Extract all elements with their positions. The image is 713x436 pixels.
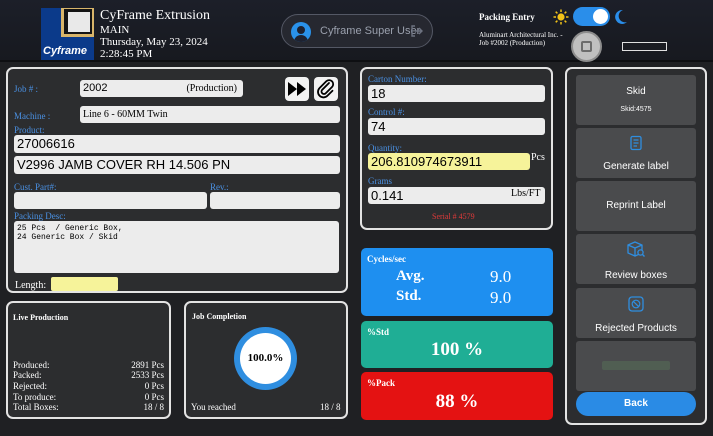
plant-name: MAIN bbox=[100, 24, 130, 36]
review-boxes-text: Review boxes bbox=[604, 270, 668, 281]
user-avatar-icon bbox=[291, 22, 311, 42]
skid-id: Skid:4575 bbox=[620, 106, 652, 113]
fast-forward-button[interactable] bbox=[285, 77, 309, 101]
reached-value: 18 / 8 bbox=[320, 402, 341, 412]
disabled-action-placeholder bbox=[602, 361, 670, 370]
scanner-icon[interactable] bbox=[571, 31, 602, 62]
fast-forward-icon bbox=[288, 82, 306, 96]
status-indicator bbox=[622, 42, 667, 51]
completion-ring: 100.0% bbox=[234, 327, 297, 390]
box-search-icon bbox=[627, 241, 645, 257]
carton-label: Carton Number: bbox=[368, 74, 427, 84]
job-number-field[interactable]: 2002 (Production) bbox=[80, 80, 243, 97]
user-menu[interactable]: Cyframe Super User bbox=[281, 14, 433, 48]
moon-icon bbox=[615, 9, 627, 24]
stat-row-rejected: Rejected: 0 Pcs bbox=[13, 381, 164, 391]
logout-icon[interactable] bbox=[410, 24, 424, 38]
avg-label: Avg. bbox=[396, 268, 425, 284]
stat-row-packed: Packed: 2533 Pcs bbox=[13, 370, 164, 380]
current-date: Thursday, May 23, 2024 bbox=[100, 36, 208, 48]
stat-row-produced: Produced: 2891 Pcs bbox=[13, 360, 164, 370]
generate-label-button[interactable]: Generate label bbox=[576, 128, 696, 178]
job-info: Aluminart Architectural Inc. - Job #2002… bbox=[479, 31, 563, 47]
cycles-box: Cycles/sec Avg. 9.0 Std. 9.0 bbox=[361, 248, 553, 316]
product-desc-field[interactable]: V2996 JAMB COVER RH 14.506 PN bbox=[14, 156, 340, 174]
job-completion-title: Job Completion bbox=[192, 312, 247, 321]
control-label: Control #: bbox=[368, 107, 405, 117]
rev-label: Rev.: bbox=[210, 182, 229, 192]
reached-label: You reached bbox=[191, 402, 236, 412]
grams-unit: Lbs/FT bbox=[511, 188, 541, 199]
company-name: CyFrame Extrusion bbox=[100, 8, 211, 23]
pct-std-title: %Std bbox=[367, 327, 390, 337]
back-button[interactable]: Back bbox=[576, 392, 696, 416]
company-logo: Cyframe bbox=[41, 8, 94, 60]
app-header: Cyframe CyFrame Extrusion MAIN Thursday,… bbox=[0, 0, 713, 62]
skid-label: Skid bbox=[626, 86, 646, 97]
user-name: Cyframe Super User bbox=[320, 25, 421, 37]
cust-part-label: Cust. Part#: bbox=[14, 182, 57, 192]
stat-row-total-boxes: Total Boxes: 18 / 8 bbox=[13, 402, 164, 412]
avg-value: 9.0 bbox=[490, 267, 512, 286]
theme-toggle[interactable] bbox=[573, 7, 610, 26]
pct-pack-box: %Pack 88 % bbox=[361, 372, 553, 420]
box-reject-icon bbox=[628, 296, 644, 312]
reprint-label-button[interactable]: Reprint Label bbox=[576, 181, 696, 231]
machine-label: Machine : bbox=[14, 111, 51, 121]
completion-percent: 100.0% bbox=[240, 333, 291, 384]
job-type: (Production) bbox=[186, 83, 237, 94]
job-number: 2002 bbox=[83, 82, 108, 94]
carton-field[interactable]: 18 bbox=[368, 85, 545, 102]
cycles-title: Cycles/sec bbox=[367, 254, 406, 264]
reprint-label-text: Reprint Label bbox=[606, 200, 666, 211]
sun-icon bbox=[553, 9, 569, 25]
control-field[interactable]: 74 bbox=[368, 118, 545, 135]
pct-std-box: %Std 100 % bbox=[361, 321, 553, 368]
job-label: Job # : bbox=[14, 84, 39, 94]
length-label: Length: bbox=[15, 280, 47, 291]
length-field[interactable] bbox=[51, 277, 118, 291]
quantity-label: Quantity: bbox=[368, 143, 402, 153]
paperclip-icon bbox=[317, 79, 335, 99]
pct-pack-value: 88 % bbox=[435, 391, 479, 412]
mode-title: Packing Entry bbox=[479, 12, 535, 22]
generate-label-text: Generate label bbox=[603, 161, 669, 172]
product-label: Product: bbox=[14, 125, 45, 135]
grams-label: Grams bbox=[368, 176, 392, 186]
live-production-title: Live Production bbox=[13, 313, 69, 322]
cust-part-field[interactable] bbox=[14, 192, 207, 209]
packing-desc-field[interactable]: 25 Pcs / Generic Box, 24 Generic Box / S… bbox=[14, 221, 339, 273]
machine-field[interactable]: Line 6 - 60MM Twin bbox=[80, 106, 340, 123]
std-label: Std. bbox=[396, 288, 422, 304]
rev-field[interactable] bbox=[210, 192, 340, 209]
pct-pack-title: %Pack bbox=[367, 378, 395, 388]
product-code-field[interactable]: 27006616 bbox=[14, 135, 340, 153]
quantity-field[interactable]: 206.810974673911 bbox=[368, 153, 530, 170]
logo-text: Cyframe bbox=[43, 45, 88, 57]
quantity-unit: Pcs bbox=[531, 152, 545, 163]
packing-desc-label: Packing Desc: bbox=[14, 211, 66, 221]
document-icon bbox=[630, 135, 642, 151]
skid-button[interactable]: Skid Skid:4575 bbox=[576, 75, 696, 125]
review-boxes-button[interactable]: Review boxes bbox=[576, 234, 696, 284]
pct-std-value: 100 % bbox=[430, 339, 484, 360]
disabled-action-button bbox=[576, 341, 696, 391]
attach-button[interactable] bbox=[314, 77, 338, 101]
stat-row-to-produce: To produce: 0 Pcs bbox=[13, 392, 164, 402]
serial-number: Serial # 4579 bbox=[432, 212, 475, 221]
current-time: 2:28:45 PM bbox=[100, 48, 153, 60]
std-value: 9.0 bbox=[490, 288, 512, 307]
rejected-products-button[interactable]: Rejected Products bbox=[576, 288, 696, 338]
rejected-products-text: Rejected Products bbox=[595, 323, 677, 334]
